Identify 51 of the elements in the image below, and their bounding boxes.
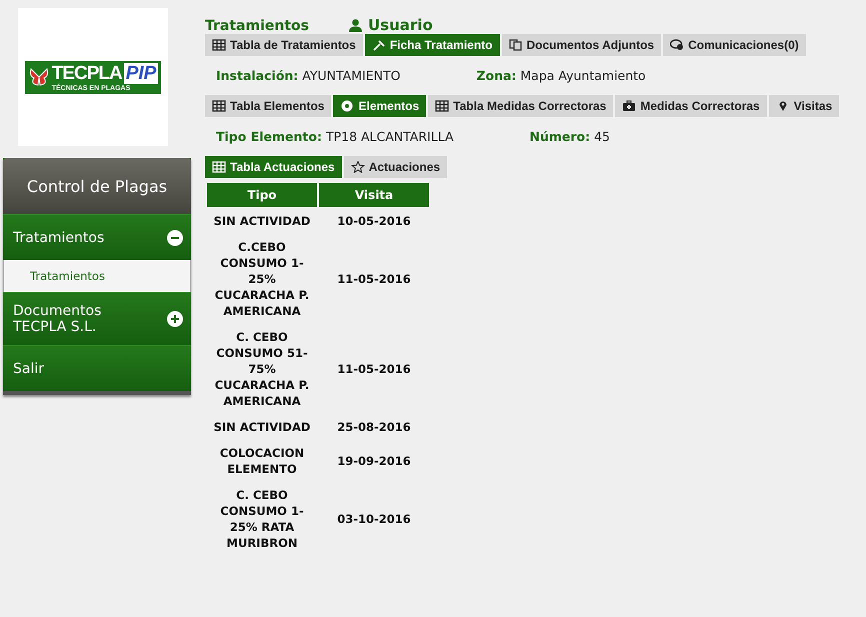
star-icon: [350, 161, 365, 173]
table-cell-text: SIN ACTIVIDAD: [212, 213, 312, 230]
tab[interactable]: Tabla Actuaciones: [205, 156, 342, 178]
menu-item[interactable]: Tratamientos: [3, 214, 191, 260]
chat-icon: [670, 39, 684, 51]
info-field: Número: 45: [530, 129, 610, 144]
table-cell-text: 11-05-2016: [336, 271, 412, 288]
table-cell-text: COLOCACION ELEMENTO: [218, 445, 306, 478]
table-cell-text: C. CEBO CONSUMO 51-75% CUCARACHA P. AMERICANA: [214, 329, 310, 410]
page-title: Tratamientos: [205, 18, 309, 34]
user-icon: [349, 18, 362, 32]
kit-icon: [622, 100, 636, 112]
grid-icon: [212, 161, 226, 173]
table-cell-text: 10-05-2016: [336, 213, 412, 230]
collapse-icon[interactable]: [167, 230, 183, 246]
table-cell-text: C.CEBO CONSUMO 1-25% CUCARACHA P. AMERICANA: [214, 239, 310, 320]
menu-item[interactable]: Documentos TECPLA S.L.: [3, 292, 191, 345]
grid-icon: [212, 100, 226, 112]
expand-icon[interactable]: [167, 311, 183, 327]
butterfly-icon: [28, 66, 50, 88]
tab[interactable]: Documentos Adjuntos: [502, 34, 662, 56]
tab[interactable]: Elementos: [333, 95, 426, 117]
info-field: Instalación: AYUNTAMIENTO: [216, 68, 400, 83]
menu-title: Control de Plagas: [3, 158, 191, 214]
user-link[interactable]: Usuario: [349, 16, 433, 34]
logo-word: PIP: [124, 62, 158, 84]
table-cell-text: C. CEBO CONSUMO 1-25% RATA MURIBRON: [219, 487, 305, 552]
table-cell-text: 11-05-2016: [336, 361, 412, 378]
logo-word: TECPLA: [52, 62, 122, 84]
submenu-item[interactable]: Tratamientos: [3, 260, 191, 292]
table-cell-text: 19-09-2016: [336, 453, 412, 470]
info-field: Zona: Mapa Ayuntamiento: [476, 68, 646, 83]
tab[interactable]: Tabla Elementos: [205, 95, 332, 117]
menu-item[interactable]: Salir: [3, 345, 191, 391]
grid-icon: [435, 100, 450, 112]
table-cell-text: SIN ACTIVIDAD: [212, 419, 312, 436]
tab[interactable]: Ficha Tratamiento: [364, 34, 500, 56]
table-cell-text: 03-10-2016: [336, 511, 412, 528]
tab[interactable]: Medidas Correctoras: [615, 95, 767, 117]
tab[interactable]: Actuaciones: [344, 156, 448, 178]
dot-icon: [340, 100, 354, 112]
tab[interactable]: Comunicaciones(0): [663, 34, 806, 56]
table-cell-text: 25-08-2016: [336, 419, 412, 436]
tab[interactable]: Tabla Medidas Correctoras: [428, 95, 614, 117]
column-header: Tipo: [207, 183, 317, 207]
tab[interactable]: Visitas: [768, 95, 840, 117]
docs-icon: [508, 39, 523, 51]
grid-icon: [212, 39, 226, 51]
column-header: Visita: [319, 183, 429, 207]
tab[interactable]: Tabla de Tratamientos: [205, 34, 363, 56]
info-field: Tipo Elemento: TP18 ALCANTARILLA: [216, 129, 454, 144]
